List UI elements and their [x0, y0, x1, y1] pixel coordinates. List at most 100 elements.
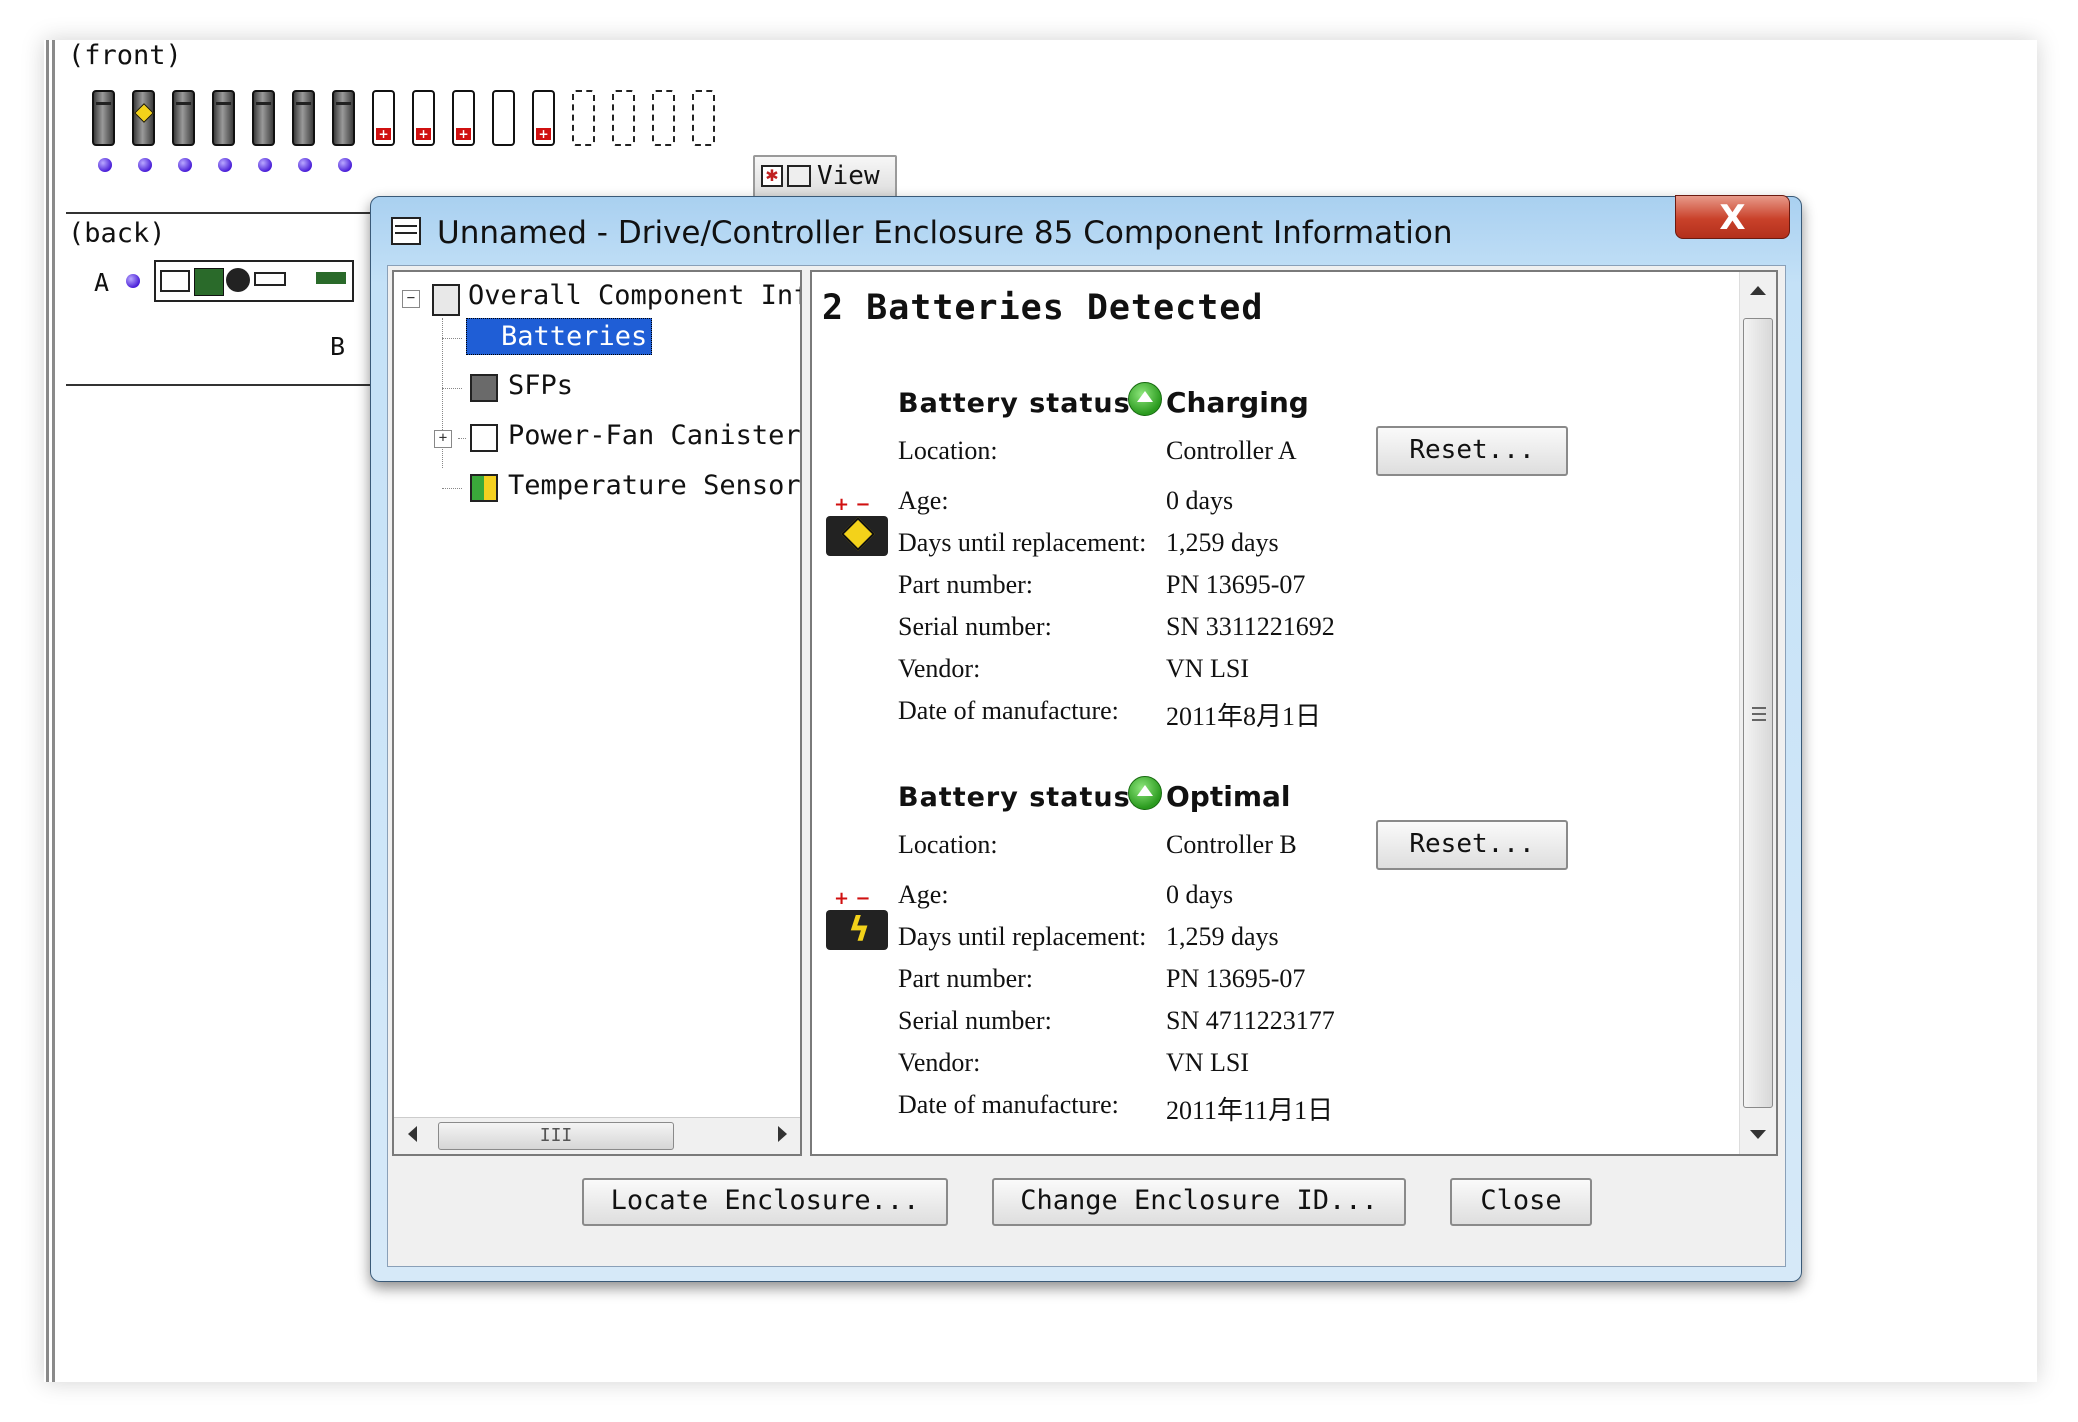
scroll-left-arrow-icon[interactable]	[408, 1126, 417, 1142]
sfp-icon	[470, 374, 498, 402]
date-of-manufacture-label: Date of manufacture:	[898, 696, 1119, 725]
controller-a-label: A	[94, 268, 110, 297]
drive-slot-unassigned[interactable]	[492, 90, 515, 146]
tree-connector	[442, 338, 462, 339]
details-vertical-scrollbar[interactable]	[1739, 272, 1776, 1154]
led-indicator	[258, 158, 272, 172]
enclosure-icon	[432, 284, 460, 316]
drive-slot-hotspare[interactable]: +	[452, 90, 475, 146]
part-number-value: PN 13695-07	[1166, 570, 1306, 599]
status-ok-icon	[1128, 382, 1162, 416]
battery-status-value: Optimal	[1166, 780, 1291, 813]
battery-status-label: Battery status:	[898, 388, 1143, 419]
drive-slot-empty[interactable]	[612, 90, 635, 146]
drive-slot-hotspare[interactable]: +	[412, 90, 435, 146]
location-value: Controller A	[1166, 436, 1297, 465]
status-ok-icon	[1128, 776, 1162, 810]
tree-connector	[458, 438, 466, 439]
drive-slot[interactable]	[332, 90, 355, 146]
serial-number-value: SN 4711223177	[1166, 1006, 1335, 1035]
age-value: 0 days	[1166, 880, 1234, 909]
part-number-label: Part number:	[898, 964, 1034, 993]
age-label: Age:	[898, 880, 949, 909]
display-icon	[194, 268, 224, 296]
tree-item-power-fan[interactable]: Power-Fan Canister	[508, 420, 800, 451]
tree-connector	[442, 488, 462, 489]
vendor-label: Vendor:	[898, 654, 981, 683]
fan-icon: ✱	[761, 165, 783, 187]
left-border-line-inner	[52, 40, 55, 1382]
days-until-replacement-label: Days until replacement:	[898, 528, 1147, 557]
hot-spare-plus-icon: +	[376, 128, 391, 140]
part-number-label: Part number:	[898, 570, 1034, 599]
location-value: Controller B	[1166, 830, 1297, 859]
drive-slot-empty[interactable]	[692, 90, 715, 146]
days-until-replacement-label: Days until replacement:	[898, 922, 1147, 951]
tree-root-overall[interactable]: Overall Component Information	[468, 280, 800, 311]
battery-status-value: Charging	[1166, 386, 1309, 419]
locate-enclosure-button[interactable]: Locate Enclosure...	[582, 1178, 948, 1226]
back-label: (back)	[68, 218, 166, 249]
component-information-dialog: Unnamed - Drive/Controller Enclosure 85 …	[370, 195, 1802, 1282]
led-indicator	[178, 158, 192, 172]
batteries-heading: 2 Batteries Detected	[822, 288, 1264, 328]
reset-battery-button[interactable]: Reset...	[1376, 426, 1568, 476]
vendor-label: Vendor:	[898, 1048, 981, 1077]
hot-spare-plus-icon: +	[416, 128, 431, 140]
drive-slot[interactable]	[212, 90, 235, 146]
collapse-expander-icon[interactable]: −	[402, 290, 420, 308]
drive-slot[interactable]	[92, 90, 115, 146]
left-border-line	[46, 40, 49, 1382]
component-tree[interactable]: − Overall Component Information Batterie…	[392, 270, 802, 1156]
view-button[interactable]: ✱ View	[753, 155, 897, 199]
led-indicator	[218, 158, 232, 172]
hot-spare-plus-icon: +	[536, 128, 551, 140]
scroll-right-arrow-icon[interactable]	[778, 1126, 787, 1142]
tree-item-label: Batteries	[501, 321, 648, 352]
scroll-down-arrow-icon[interactable]	[1750, 1130, 1766, 1139]
vendor-value: VN LSI	[1166, 1048, 1250, 1077]
days-until-replacement-value: 1,259 days	[1166, 528, 1279, 557]
temperature-sensor-icon	[470, 474, 498, 502]
dialog-client-area: − Overall Component Information Batterie…	[387, 265, 1786, 1267]
drive-slot-empty[interactable]	[652, 90, 675, 146]
date-of-manufacture-value: 2011年11月1日	[1166, 1096, 1334, 1125]
location-label: Location:	[898, 830, 998, 859]
expand-expander-icon[interactable]: +	[434, 430, 452, 448]
location-label: Location:	[898, 436, 998, 465]
dialog-title: Unnamed - Drive/Controller Enclosure 85 …	[437, 215, 1453, 251]
fan-icon	[226, 268, 250, 292]
scroll-up-arrow-icon[interactable]	[1750, 286, 1766, 295]
drive-slot[interactable]	[252, 90, 275, 146]
tree-connector	[442, 388, 462, 389]
serial-number-value: SN 3311221692	[1166, 612, 1335, 641]
tree-item-temperature-sensors[interactable]: Temperature Sensors	[508, 470, 800, 501]
led-indicator	[298, 158, 312, 172]
close-window-button[interactable]: X	[1675, 195, 1790, 239]
close-button[interactable]: Close	[1450, 1178, 1592, 1226]
port-icon	[160, 270, 190, 292]
days-until-replacement-value: 1,259 days	[1166, 922, 1279, 951]
drive-slot[interactable]	[172, 90, 195, 146]
battery-details-pane: 2 Batteries Detected Battery status: Cha…	[810, 270, 1778, 1156]
tree-item-batteries[interactable]: Batteries	[466, 318, 653, 355]
tree-item-sfps[interactable]: SFPs	[508, 370, 573, 401]
battery-status-label: Battery status:	[898, 782, 1143, 813]
drive-slot-hotspare[interactable]: +	[532, 90, 555, 146]
serial-number-label: Serial number:	[898, 612, 1052, 641]
drive-slot[interactable]	[292, 90, 315, 146]
controller-a-module[interactable]	[154, 260, 354, 302]
battery-charging-icon: + −	[826, 494, 890, 558]
led-indicator	[338, 158, 352, 172]
tree-horizontal-scrollbar[interactable]: III	[394, 1117, 800, 1154]
reset-battery-button[interactable]: Reset...	[1376, 820, 1568, 870]
drive-slot-selected[interactable]	[132, 90, 155, 146]
drive-slot-empty[interactable]	[572, 90, 595, 146]
scroll-thumb[interactable]: III	[438, 1122, 674, 1150]
scroll-thumb[interactable]	[1743, 318, 1773, 1108]
date-of-manufacture-value: 2011年8月1日	[1166, 702, 1322, 731]
age-label: Age:	[898, 486, 949, 515]
front-label: (front)	[68, 40, 182, 71]
change-enclosure-id-button[interactable]: Change Enclosure ID...	[992, 1178, 1406, 1226]
drive-slot-hotspare[interactable]: +	[372, 90, 395, 146]
